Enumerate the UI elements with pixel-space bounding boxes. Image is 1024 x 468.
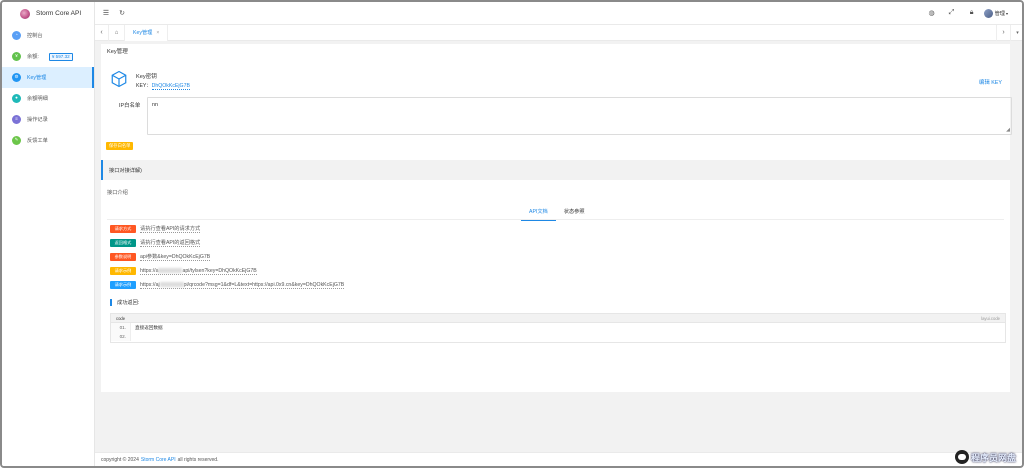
sidebar: Storm Core API ◔ 控制台 ¥ 余额: ¥ 597.32 ⚙ Ke… xyxy=(2,2,95,466)
main-content: Key管理 Key密钥 KEY：DhQOkKcEjG7B 编辑 KEY IP白名… xyxy=(95,41,1022,452)
code-line: 01. 直接返回数据 xyxy=(111,323,1005,332)
line-number: 02. xyxy=(111,332,131,341)
code-block: code layui.code 01. 直接返回数据 02. xyxy=(110,313,1006,343)
key-line: KEY：DhQOkKcEjG7B xyxy=(136,82,190,90)
cube-icon xyxy=(111,70,127,88)
chat-icon: ● xyxy=(12,94,21,103)
ticket-icon: ✎ xyxy=(12,136,21,145)
code-header: code layui.code xyxy=(111,314,1005,323)
sidebar-item-operation-log[interactable]: ≡ 操作记录 xyxy=(2,109,94,130)
redacted-block xyxy=(159,281,184,287)
doc-row-example-2: 请求示例 https://aj pi/qrcode?msg=1&df=L&text… xyxy=(110,280,345,290)
app-window: Storm Core API ◔ 控制台 ¥ 余额: ¥ 597.32 ⚙ Ke… xyxy=(0,0,1024,468)
top-toolbar: ☰ ↻ ◍ ⤢ 🔒︎ 管理 ▾ xyxy=(95,2,1022,25)
refresh-icon[interactable]: ↻ xyxy=(114,5,130,21)
app-title: Storm Core API xyxy=(36,10,82,17)
chevron-down-icon: ▾ xyxy=(1005,10,1008,16)
tab-menu-icon[interactable]: ▾ xyxy=(1010,24,1022,41)
wallet-icon: ¥ xyxy=(12,52,21,61)
doc-text[interactable]: 请执行查看API的请求方式 xyxy=(140,225,201,233)
url-suffix: pi/qrcode?msg=1&df=L&text=https://api.0x… xyxy=(183,281,345,288)
dashboard-icon: ◔ xyxy=(12,31,21,40)
sidebar-item-label: 操作记录 xyxy=(27,117,48,123)
example-tag: 请求示例 xyxy=(110,281,136,289)
sidebar-item-key-management[interactable]: ⚙ Key管理 xyxy=(2,67,94,88)
params-tag: 参数说明 xyxy=(110,253,136,261)
tab-scroll-right-icon[interactable]: › xyxy=(996,24,1010,41)
example-url[interactable]: https://aj pi/qrcode?msg=1&df=L&text=http… xyxy=(140,281,345,289)
user-name: 管理 xyxy=(994,10,1005,17)
sidebar-item-feedback[interactable]: ✎ 反馈工单 xyxy=(2,130,94,151)
code-line: 02. xyxy=(111,332,1005,341)
app-logo[interactable]: Storm Core API xyxy=(2,2,94,25)
intro-heading: 接口介绍 xyxy=(107,190,128,196)
footer-copyright: copyright © 2024 xyxy=(101,456,139,463)
sidebar-item-label: 余额: xyxy=(27,54,39,60)
doc-row-format: 返回格式 请执行查看API的返回格式 xyxy=(110,238,201,248)
sidebar-item-label: 控制台 xyxy=(27,33,43,39)
footer-link[interactable]: Storm Core API xyxy=(141,457,176,463)
page-tabs: ‹ ⌂ Key管理 × › ▾ xyxy=(95,24,1022,41)
home-icon[interactable]: ⌂ xyxy=(109,24,125,41)
section-header: 接口对接详解) xyxy=(101,160,1010,180)
ip-whitelist-value: nn xyxy=(152,102,158,108)
url-prefix: https://aj xyxy=(140,281,160,288)
sidebar-item-dashboard[interactable]: ◔ 控制台 xyxy=(2,25,94,46)
log-icon: ≡ xyxy=(12,115,21,124)
line-text: 直接返回数据 xyxy=(135,324,163,330)
tab-label: Key管理 xyxy=(133,30,153,36)
page-title: Key管理 xyxy=(107,49,128,55)
sidebar-item-balance[interactable]: ¥ 余额: ¥ 597.32 xyxy=(2,46,94,67)
penguin-icon xyxy=(954,450,969,464)
key-icon: ⚙ xyxy=(12,73,21,82)
ip-whitelist-textarea[interactable]: nn ◢ xyxy=(147,97,1012,135)
doc-text[interactable]: 请执行查看API的返回格式 xyxy=(140,239,201,247)
resize-grip-icon[interactable]: ◢ xyxy=(1006,128,1010,133)
success-return-heading: 成功返回: xyxy=(110,299,139,306)
ip-whitelist-label: IP白名单 xyxy=(119,103,141,109)
close-icon[interactable]: × xyxy=(156,30,159,36)
sidebar-item-balance-details[interactable]: ● 余额明细 xyxy=(2,88,94,109)
menu-icon[interactable]: ☰ xyxy=(98,5,114,21)
code-lang: layui.code xyxy=(981,315,1000,321)
redacted-block xyxy=(158,267,183,273)
watermark-text: 程序员网盘 xyxy=(970,452,1016,463)
example-url[interactable]: https://a api/tylsen?key=DhQOkKcEjG7B xyxy=(140,268,257,275)
user-menu[interactable]: 管理 ▾ xyxy=(983,8,1008,18)
doc-text[interactable]: api参数&key=DhQOkKcEjG7B xyxy=(140,253,211,261)
tab-key-management[interactable]: Key管理 × xyxy=(125,24,169,41)
logo-icon xyxy=(20,8,30,19)
doc-row-method: 请求方式 请执行查看API的请求方式 xyxy=(110,224,201,234)
footer: copyright © 2024 Storm Core API all righ… xyxy=(95,452,1022,466)
example-tag: 请求示例 xyxy=(110,267,136,275)
code-label: code xyxy=(116,315,126,321)
footer-rights: all rights reserved. xyxy=(177,456,219,463)
line-number: 01. xyxy=(111,323,131,332)
divider xyxy=(107,219,1004,220)
lock-icon[interactable]: 🔒︎ xyxy=(964,5,980,21)
doc-row-example-1: 请求示例 https://a api/tylsen?key=DhQOkKcEjG7… xyxy=(110,266,257,276)
sidebar-item-label: 余额明细 xyxy=(27,96,48,102)
doc-row-params: 参数说明 api参数&key=DhQOkKcEjG7B xyxy=(110,252,211,262)
key-name: Key密钥 xyxy=(136,74,157,80)
tab-scroll-left-icon[interactable]: ‹ xyxy=(95,24,109,41)
avatar xyxy=(983,8,993,18)
key-value[interactable]: DhQOkKcEjG7B xyxy=(151,83,190,90)
return-format-tag: 返回格式 xyxy=(110,239,136,247)
balance-badge: ¥ 597.32 xyxy=(48,52,73,61)
sidebar-item-label: 反馈工单 xyxy=(27,138,48,144)
url-prefix: https://a xyxy=(140,267,159,274)
watermark: 程序员网盘 xyxy=(954,450,1016,464)
save-whitelist-button[interactable]: 保存白名单 xyxy=(106,142,134,150)
edit-key-link[interactable]: 编辑 KEY xyxy=(979,78,1002,86)
sidebar-item-label: Key管理 xyxy=(27,75,47,81)
key-label: KEY： xyxy=(136,83,152,89)
key-card: Key管理 Key密钥 KEY：DhQOkKcEjG7B 编辑 KEY IP白名… xyxy=(101,44,1012,392)
url-suffix: api/tylsen?key=DhQOkKcEjG7B xyxy=(182,267,257,274)
fullscreen-icon[interactable]: ⤢ xyxy=(944,5,960,21)
globe-icon[interactable]: ◍ xyxy=(924,5,940,21)
request-method-tag: 请求方式 xyxy=(110,225,136,233)
